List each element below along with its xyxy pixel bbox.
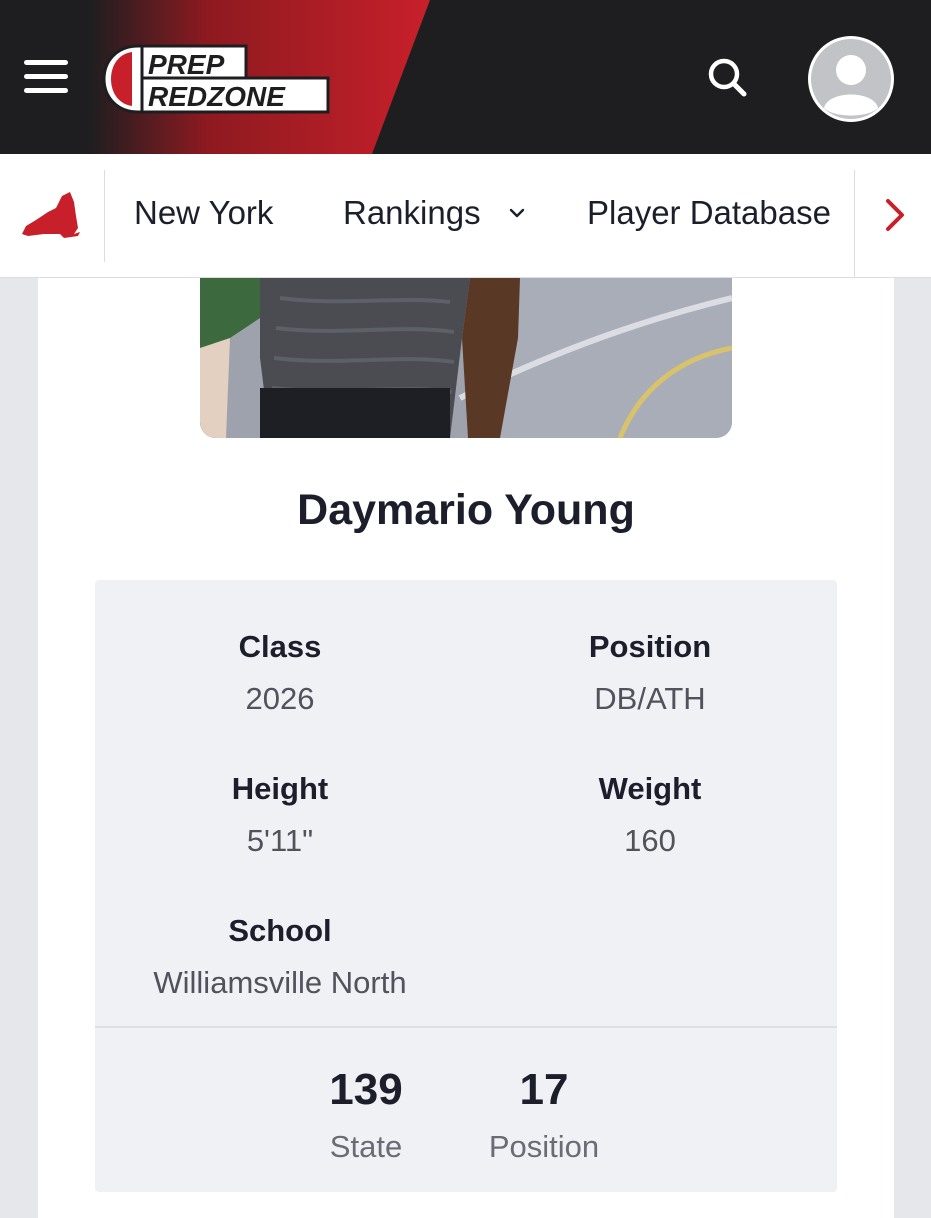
prep-redzone-logo[interactable]: PREP REDZONE [102, 40, 330, 118]
chevron-right-icon[interactable] [880, 195, 910, 235]
nav-item-new-york[interactable]: New York [134, 192, 273, 234]
player-info-panel [95, 580, 837, 1192]
player-name: Daymario Young [297, 486, 635, 534]
position-rank-value: 17 [519, 1065, 569, 1114]
logo-text-prep: PREP [148, 49, 225, 80]
nav-item-player-database[interactable]: Player Database [587, 192, 831, 234]
weight-label: Weight [598, 771, 702, 806]
position-value: DB/ATH [594, 681, 706, 716]
state-rank-value: 139 [329, 1065, 403, 1114]
subnav-divider [104, 170, 105, 262]
position-rank-label: Position [488, 1129, 600, 1164]
school-value: Williamsville North [153, 965, 407, 1000]
new-york-state-icon[interactable] [18, 190, 84, 242]
user-avatar-icon[interactable] [808, 36, 894, 122]
nav-item-rankings[interactable]: Rankings [343, 192, 481, 234]
info-divider [95, 1026, 837, 1028]
weight-value: 160 [624, 823, 676, 858]
position-label: Position [588, 629, 712, 664]
class-label: Class [238, 629, 322, 664]
height-value: 5'11" [246, 823, 314, 858]
logo-text-redzone: REDZONE [148, 81, 286, 112]
school-label: School [228, 913, 332, 948]
state-rank-label: State [329, 1129, 403, 1164]
search-icon[interactable] [700, 52, 756, 102]
chevron-down-icon[interactable] [508, 204, 526, 222]
player-photo [200, 278, 732, 438]
subnav-divider [854, 170, 855, 278]
hamburger-menu-icon[interactable] [24, 56, 70, 96]
height-label: Height [231, 771, 329, 806]
class-value: 2026 [245, 681, 315, 716]
